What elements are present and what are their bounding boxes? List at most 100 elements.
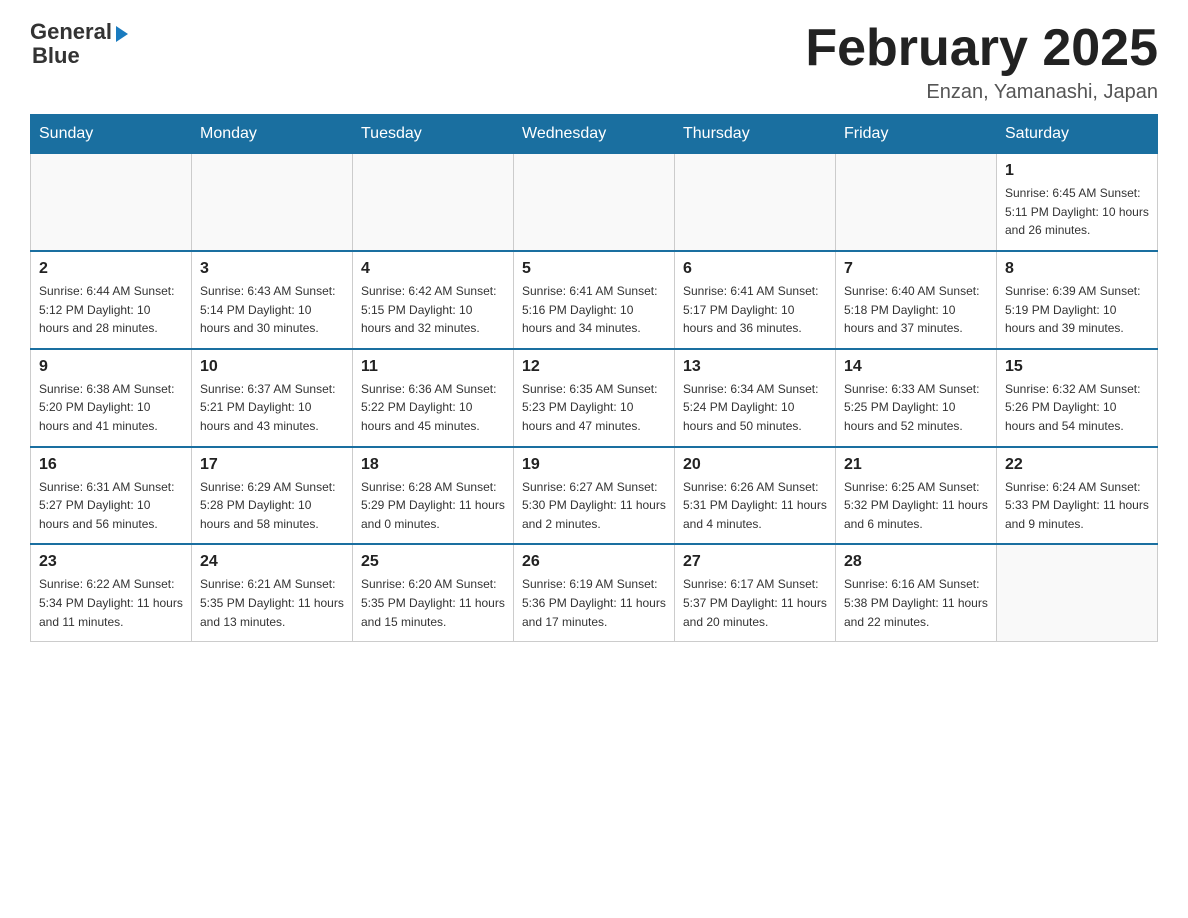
- table-row: 3 Sunrise: 6:43 AM Sunset: 5:14 PM Daylig…: [192, 251, 353, 349]
- page-header: General Blue February 2025 Enzan, Yamana…: [30, 20, 1158, 104]
- table-row: [836, 154, 997, 251]
- day-number: 6: [683, 260, 827, 278]
- table-row: 28Sunrise: 6:16 AM Sunset: 5:38 PM Dayli…: [836, 544, 997, 641]
- col-tuesday: Tuesday: [353, 115, 514, 154]
- month-title: February 2025: [805, 20, 1158, 77]
- table-row: 11Sunrise: 6:36 AM Sunset: 5:22 PM Dayli…: [353, 349, 514, 447]
- col-sunday: Sunday: [31, 115, 192, 154]
- calendar-week-row: 16Sunrise: 6:31 AM Sunset: 5:27 PM Dayli…: [31, 447, 1158, 545]
- day-number: 15: [1005, 358, 1149, 376]
- day-info: Sunrise: 6:20 AM Sunset: 5:35 PM Dayligh…: [361, 575, 505, 631]
- day-number: 24: [200, 553, 344, 571]
- day-info: Sunrise: 6:17 AM Sunset: 5:37 PM Dayligh…: [683, 575, 827, 631]
- table-row: [514, 154, 675, 251]
- table-row: 21 Sunrise: 6:25 AM Sunset: 5:32 PM Dayli…: [836, 447, 997, 545]
- title-block: February 2025 Enzan, Yamanashi, Japan: [805, 20, 1158, 104]
- table-row: 9 Sunrise: 6:38 AM Sunset: 5:20 PM Daylig…: [31, 349, 192, 447]
- table-row: 8Sunrise: 6:39 AM Sunset: 5:19 PM Daylig…: [997, 251, 1158, 349]
- col-saturday: Saturday: [997, 115, 1158, 154]
- day-number: 25: [361, 553, 505, 571]
- day-number: 28: [844, 553, 988, 571]
- day-info: Sunrise: 6:45 AM Sunset: 5:11 PM Dayligh…: [1005, 184, 1149, 240]
- day-info: Sunrise: 6:41 AM Sunset: 5:16 PM Dayligh…: [522, 282, 666, 338]
- day-number: 3: [200, 260, 344, 278]
- logo-general: General: [30, 20, 112, 44]
- day-number: 17: [200, 456, 344, 474]
- day-number: 8: [1005, 260, 1149, 278]
- table-row: 26 Sunrise: 6:19 AM Sunset: 5:36 PM Dayli…: [514, 544, 675, 641]
- table-row: 7Sunrise: 6:40 AM Sunset: 5:18 PM Daylig…: [836, 251, 997, 349]
- table-row: 27 Sunrise: 6:17 AM Sunset: 5:37 PM Dayli…: [675, 544, 836, 641]
- table-row: [997, 544, 1158, 641]
- logo-arrow-icon: [116, 26, 128, 42]
- day-info: Sunrise: 6:43 AM Sunset: 5:14 PM Dayligh…: [200, 282, 344, 338]
- day-number: 20: [683, 456, 827, 474]
- day-info: Sunrise: 6:26 AM Sunset: 5:31 PM Dayligh…: [683, 478, 827, 534]
- day-info: Sunrise: 6:29 AM Sunset: 5:28 PM Dayligh…: [200, 478, 344, 534]
- table-row: 14 Sunrise: 6:33 AM Sunset: 5:25 PM Dayli…: [836, 349, 997, 447]
- calendar-header-row: Sunday Monday Tuesday Wednesday Thursday…: [31, 115, 1158, 154]
- day-number: 2: [39, 260, 183, 278]
- day-info: Sunrise: 6:22 AM Sunset: 5:34 PM Dayligh…: [39, 575, 183, 631]
- day-info: Sunrise: 6:38 AM Sunset: 5:20 PM Dayligh…: [39, 380, 183, 436]
- day-info: Sunrise: 6:28 AM Sunset: 5:29 PM Dayligh…: [361, 478, 505, 534]
- calendar-week-row: 9 Sunrise: 6:38 AM Sunset: 5:20 PM Daylig…: [31, 349, 1158, 447]
- col-friday: Friday: [836, 115, 997, 154]
- table-row: 1Sunrise: 6:45 AM Sunset: 5:11 PM Daylig…: [997, 154, 1158, 251]
- table-row: 22 Sunrise: 6:24 AM Sunset: 5:33 PM Dayli…: [997, 447, 1158, 545]
- day-number: 26: [522, 553, 666, 571]
- col-thursday: Thursday: [675, 115, 836, 154]
- table-row: 2 Sunrise: 6:44 AM Sunset: 5:12 PM Daylig…: [31, 251, 192, 349]
- day-number: 27: [683, 553, 827, 571]
- day-info: Sunrise: 6:24 AM Sunset: 5:33 PM Dayligh…: [1005, 478, 1149, 534]
- calendar-week-row: 1Sunrise: 6:45 AM Sunset: 5:11 PM Daylig…: [31, 154, 1158, 251]
- table-row: 16Sunrise: 6:31 AM Sunset: 5:27 PM Dayli…: [31, 447, 192, 545]
- day-number: 13: [683, 358, 827, 376]
- table-row: 20 Sunrise: 6:26 AM Sunset: 5:31 PM Dayli…: [675, 447, 836, 545]
- table-row: 12 Sunrise: 6:35 AM Sunset: 5:23 PM Dayli…: [514, 349, 675, 447]
- table-row: 17 Sunrise: 6:29 AM Sunset: 5:28 PM Dayli…: [192, 447, 353, 545]
- calendar-week-row: 2 Sunrise: 6:44 AM Sunset: 5:12 PM Daylig…: [31, 251, 1158, 349]
- calendar-week-row: 23 Sunrise: 6:22 AM Sunset: 5:34 PM Dayli…: [31, 544, 1158, 641]
- day-info: Sunrise: 6:19 AM Sunset: 5:36 PM Dayligh…: [522, 575, 666, 631]
- table-row: 10Sunrise: 6:37 AM Sunset: 5:21 PM Dayli…: [192, 349, 353, 447]
- day-info: Sunrise: 6:32 AM Sunset: 5:26 PM Dayligh…: [1005, 380, 1149, 436]
- table-row: 13 Sunrise: 6:34 AM Sunset: 5:24 PM Dayli…: [675, 349, 836, 447]
- table-row: 25 Sunrise: 6:20 AM Sunset: 5:35 PM Dayli…: [353, 544, 514, 641]
- day-info: Sunrise: 6:42 AM Sunset: 5:15 PM Dayligh…: [361, 282, 505, 338]
- table-row: [675, 154, 836, 251]
- day-info: Sunrise: 6:36 AM Sunset: 5:22 PM Dayligh…: [361, 380, 505, 436]
- logo: General Blue: [30, 20, 128, 68]
- logo-blue: Blue: [32, 44, 80, 68]
- day-number: 18: [361, 456, 505, 474]
- day-number: 9: [39, 358, 183, 376]
- table-row: 24Sunrise: 6:21 AM Sunset: 5:35 PM Dayli…: [192, 544, 353, 641]
- table-row: 23 Sunrise: 6:22 AM Sunset: 5:34 PM Dayli…: [31, 544, 192, 641]
- day-number: 22: [1005, 456, 1149, 474]
- day-info: Sunrise: 6:33 AM Sunset: 5:25 PM Dayligh…: [844, 380, 988, 436]
- day-number: 21: [844, 456, 988, 474]
- day-info: Sunrise: 6:34 AM Sunset: 5:24 PM Dayligh…: [683, 380, 827, 436]
- table-row: 4 Sunrise: 6:42 AM Sunset: 5:15 PM Daylig…: [353, 251, 514, 349]
- table-row: [353, 154, 514, 251]
- table-row: 18 Sunrise: 6:28 AM Sunset: 5:29 PM Dayli…: [353, 447, 514, 545]
- table-row: 15 Sunrise: 6:32 AM Sunset: 5:26 PM Dayli…: [997, 349, 1158, 447]
- day-number: 19: [522, 456, 666, 474]
- table-row: [31, 154, 192, 251]
- col-monday: Monday: [192, 115, 353, 154]
- day-info: Sunrise: 6:27 AM Sunset: 5:30 PM Dayligh…: [522, 478, 666, 534]
- day-number: 23: [39, 553, 183, 571]
- calendar-table: Sunday Monday Tuesday Wednesday Thursday…: [30, 114, 1158, 642]
- day-number: 4: [361, 260, 505, 278]
- table-row: 5 Sunrise: 6:41 AM Sunset: 5:16 PM Daylig…: [514, 251, 675, 349]
- day-number: 7: [844, 260, 988, 278]
- day-number: 14: [844, 358, 988, 376]
- day-info: Sunrise: 6:44 AM Sunset: 5:12 PM Dayligh…: [39, 282, 183, 338]
- day-info: Sunrise: 6:35 AM Sunset: 5:23 PM Dayligh…: [522, 380, 666, 436]
- day-info: Sunrise: 6:25 AM Sunset: 5:32 PM Dayligh…: [844, 478, 988, 534]
- location: Enzan, Yamanashi, Japan: [805, 81, 1158, 104]
- table-row: 6Sunrise: 6:41 AM Sunset: 5:17 PM Daylig…: [675, 251, 836, 349]
- day-number: 12: [522, 358, 666, 376]
- day-number: 5: [522, 260, 666, 278]
- table-row: [192, 154, 353, 251]
